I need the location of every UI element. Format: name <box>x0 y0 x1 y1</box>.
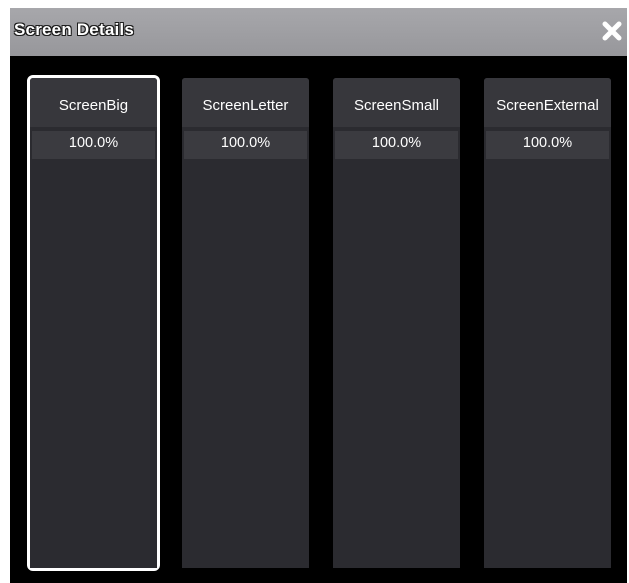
screen-column-body <box>484 159 611 568</box>
title-bar[interactable]: Screen Details <box>10 8 627 56</box>
screen-name: ScreenSmall <box>333 78 460 127</box>
screen-column-body <box>333 159 460 568</box>
window-title: Screen Details <box>14 20 134 39</box>
screen-details-window: Screen Details ScreenBig 100.0% ScreenLe… <box>10 8 627 583</box>
screen-column-screensmall[interactable]: ScreenSmall 100.0% <box>333 78 460 568</box>
screen-column-screenbig[interactable]: ScreenBig 100.0% <box>27 75 160 571</box>
close-icon[interactable] <box>601 20 623 42</box>
screen-column-body <box>30 159 157 568</box>
screen-column-body <box>182 159 309 568</box>
screen-column-screenletter[interactable]: ScreenLetter 100.0% <box>182 78 309 568</box>
screen-scale-value: 100.0% <box>486 131 609 159</box>
screen-name: ScreenExternal <box>484 78 611 127</box>
screen-scale-value: 100.0% <box>32 131 155 159</box>
screen-scale-value: 100.0% <box>335 131 458 159</box>
screen-scale-value: 100.0% <box>184 131 307 159</box>
screen-name: ScreenLetter <box>182 78 309 127</box>
screen-column-screenexternal[interactable]: ScreenExternal 100.0% <box>484 78 611 568</box>
screen-name: ScreenBig <box>30 78 157 127</box>
